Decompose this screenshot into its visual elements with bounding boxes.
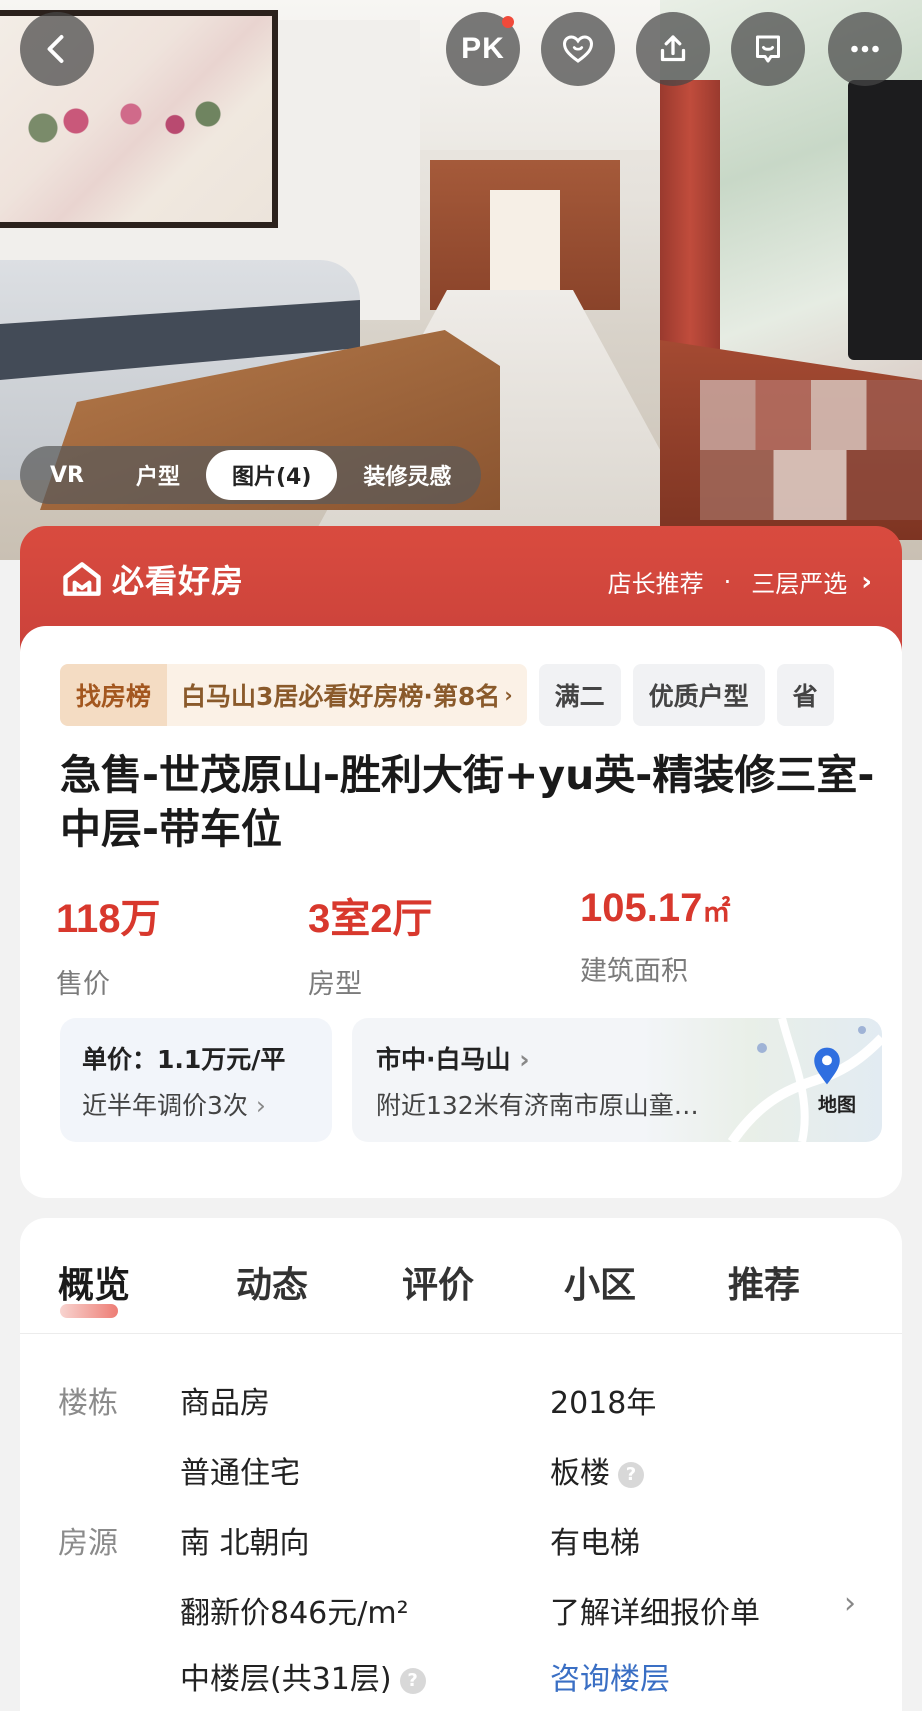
tab-photos[interactable]: 图片(4): [205, 450, 338, 500]
structure-type: 板楼?: [550, 1448, 644, 1492]
location-pin-icon: [814, 1047, 840, 1085]
orientation: 南 北朝向: [180, 1526, 310, 1561]
tab-updates[interactable]: 动态: [236, 1256, 308, 1308]
chevron-right-icon: ›: [861, 566, 872, 597]
more-dots-icon: [851, 45, 879, 53]
pk-button[interactable]: PK: [446, 12, 520, 86]
tag-truncated: 省: [776, 664, 834, 726]
rank-tag-text: 白马山3居必看好房榜·第8名 ›: [167, 664, 527, 726]
elevator: 有电梯: [550, 1526, 640, 1561]
share-icon: [660, 35, 686, 62]
map-label: 地图: [817, 1094, 856, 1116]
more-button[interactable]: [828, 12, 902, 86]
tag-quality-layout: 优质户型: [632, 664, 765, 726]
tab-floorplan[interactable]: 户型: [110, 450, 206, 500]
help-icon[interactable]: ?: [618, 1461, 644, 1488]
location-map-box[interactable]: 市中·白马山 › 附近132米有济南市原山童… 地图: [352, 1018, 882, 1142]
help-icon[interactable]: ?: [399, 1667, 426, 1694]
kpi-area: 105.17㎡ 建筑面积: [580, 886, 730, 988]
section-nav: 概览 动态 评价 小区 推荐: [20, 1218, 902, 1334]
rank-tag-label: 找房榜: [60, 664, 168, 726]
chevron-right-icon: ›: [255, 1091, 266, 1120]
notification-dot: [502, 16, 514, 28]
consult-button[interactable]: [731, 12, 805, 86]
quote-link[interactable]: 了解详细报价单: [550, 1588, 760, 1632]
listing-title: 急售-世茂原山-胜利大街+yu英-精装修三室-中层-带车位: [60, 751, 875, 853]
tab-decor-inspiration[interactable]: 装修灵感: [337, 450, 477, 500]
photo-corridor: [430, 160, 620, 310]
house-logo-icon: [63, 562, 101, 596]
tab-vr[interactable]: VR: [24, 450, 110, 500]
favorite-button[interactable]: [541, 12, 615, 86]
chevron-right-icon: ›: [519, 1045, 530, 1074]
rank-tag[interactable]: 找房榜 白马山3居必看好房榜·第8名 ›: [60, 664, 527, 726]
banner-links[interactable]: 店长推荐 · 三层严选 ›: [608, 564, 872, 599]
area-label: 建筑面积: [580, 956, 688, 987]
floor-info: 中楼层(共31层)?: [180, 1654, 426, 1698]
nearby-poi: 附近132米有济南市原山童…: [376, 1091, 699, 1120]
source-label: 房源: [58, 1526, 118, 1561]
heart-icon: [562, 35, 594, 63]
banner-separator: ·: [723, 567, 732, 596]
chevron-right-icon: ›: [504, 683, 513, 707]
unit-price-box[interactable]: 单价：1.1万元/平 近半年调价3次 ›: [60, 1018, 332, 1142]
kpi-layout: 3室2厅 房型: [308, 886, 433, 1001]
usage-type: 普通住宅: [180, 1456, 300, 1491]
media-tabs: VR 户型 图片(4) 装修灵感: [20, 446, 482, 504]
layout-label: 房型: [308, 969, 362, 1000]
renovation-price: 翻新价846元/m²: [180, 1596, 409, 1631]
share-button[interactable]: [636, 12, 710, 86]
photo-tv: [848, 80, 922, 360]
chevron-right-icon[interactable]: ›: [844, 1586, 856, 1621]
kpi-price: 118万 售价: [56, 886, 161, 1001]
tag-row: 找房榜 白马山3居必看好房榜·第8名 › 满二 优质户型 省: [60, 664, 902, 726]
photo-mosaic: [700, 380, 922, 520]
back-button[interactable]: [20, 12, 94, 86]
build-year: 2018年: [550, 1386, 657, 1421]
banner-text-manager: 店长推荐: [607, 570, 704, 598]
listing-info-card: 找房榜 白马山3居必看好房榜·第8名 › 满二 优质户型 省 急售-世茂原山-胜利…: [20, 626, 902, 1198]
map-thumbnail: [727, 1018, 882, 1142]
tag-man-er: 满二: [538, 664, 621, 726]
banner-logo-text: 必看好房: [112, 562, 245, 600]
pk-label: PK: [461, 32, 505, 65]
overview-card: 概览 动态 评价 小区 推荐 楼栋 商品房 2018年 普通住宅 板楼? 房源 …: [20, 1218, 902, 1711]
area-unit: ㎡: [702, 896, 731, 927]
price-adjust-history: 近半年调价3次 ›: [82, 1091, 266, 1120]
unit-price: 单价：1.1万元/平: [82, 1045, 286, 1074]
layout-value: 3室2厅: [308, 897, 433, 941]
building-label: 楼栋: [58, 1386, 118, 1421]
tab-community[interactable]: 小区: [564, 1256, 636, 1308]
price-label: 售价: [56, 969, 110, 1000]
banner-text-strict: 三层严选: [751, 570, 848, 598]
price-value: 118万: [56, 897, 161, 941]
chat-smile-icon: [756, 35, 780, 63]
tab-overview[interactable]: 概览: [58, 1256, 130, 1308]
tab-recommend[interactable]: 推荐: [728, 1256, 800, 1308]
area-value: 105.17㎡: [580, 886, 731, 930]
banner-logo: 必看好房: [60, 556, 244, 602]
chevron-left-icon: [47, 35, 64, 63]
consult-floor-link[interactable]: 咨询楼层: [550, 1654, 670, 1698]
tab-reviews[interactable]: 评价: [402, 1256, 474, 1308]
building-type: 商品房: [180, 1386, 270, 1421]
